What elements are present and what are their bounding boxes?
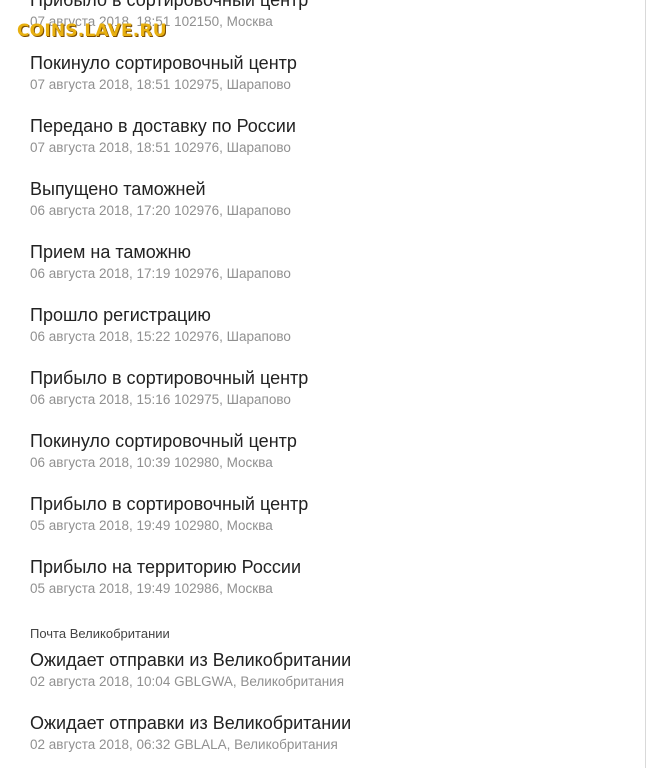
tracking-history-panel: Прибыло в сортировочный центр 07 августа… — [0, 0, 646, 768]
tracking-event: Прибыло на территорию России 05 августа … — [0, 556, 645, 619]
event-date-location: 07 августа 2018, 18:51 102975, Шарапово — [30, 77, 291, 92]
event-status: Прибыло в сортировочный центр — [30, 0, 309, 10]
tracking-event: Прибыло в сортировочный центр 06 августа… — [0, 367, 645, 430]
tracking-timeline: Прибыло в сортировочный центр 07 августа… — [0, 0, 645, 768]
event-status: Прибыло в сортировочный центр — [30, 494, 309, 514]
event-date-location: 06 августа 2018, 15:16 102975, Шарапово — [30, 392, 291, 407]
tracking-event: Покинуло сортировочный центр 07 августа … — [0, 52, 645, 115]
event-status: Прибыло на территорию России — [30, 557, 302, 577]
event-date-location: 05 августа 2018, 19:49 102986, Москва — [30, 581, 273, 596]
event-status: Прибыло в сортировочный центр — [30, 368, 309, 388]
event-date-location: 06 августа 2018, 10:39 102980, Москва — [30, 455, 273, 470]
event-status: Передано в доставку по России — [30, 116, 296, 136]
event-status: Покинуло сортировочный центр — [30, 53, 297, 73]
site-watermark: COINS.LAVE.RU — [17, 21, 167, 41]
event-status: Ожидает отправки из Великобритании — [30, 650, 352, 670]
event-status: Прием на таможню — [30, 242, 192, 262]
carrier-section-label: Почта Великобритании — [30, 626, 170, 641]
event-status: Покинуло сортировочный центр — [30, 431, 297, 451]
tracking-event: Прибыло в сортировочный центр 05 августа… — [0, 493, 645, 556]
tracking-event: Передано в доставку по России 07 августа… — [0, 115, 645, 178]
tracking-event: Ожидает отправки из Великобритании 02 ав… — [0, 649, 645, 712]
event-status: Ожидает отправки из Великобритании — [30, 713, 352, 733]
event-date-location: 06 августа 2018, 17:20 102976, Шарапово — [30, 203, 291, 218]
tracking-event: Ожидает отправки из Великобритании 02 ав… — [0, 712, 645, 768]
event-date-location: 06 августа 2018, 17:19 102976, Шарапово — [30, 266, 291, 281]
tracking-event: Покинуло сортировочный центр 06 августа … — [0, 430, 645, 493]
event-date-location: 05 августа 2018, 19:49 102980, Москва — [30, 518, 273, 533]
event-status: Прошло регистрацию — [30, 305, 211, 325]
event-date-location: 06 августа 2018, 15:22 102976, Шарапово — [30, 329, 291, 344]
event-date-location: 02 августа 2018, 10:04 GBLGWA, Великобри… — [30, 674, 345, 689]
event-date-location: 02 августа 2018, 06:32 GBLALA, Великобри… — [30, 737, 338, 752]
tracking-event: Прием на таможню 06 августа 2018, 17:19 … — [0, 241, 645, 304]
event-status: Выпущено таможней — [30, 179, 206, 199]
tracking-event: Выпущено таможней 06 августа 2018, 17:20… — [0, 178, 645, 241]
tracking-event: Прошло регистрацию 06 августа 2018, 15:2… — [0, 304, 645, 367]
event-date-location: 07 августа 2018, 18:51 102976, Шарапово — [30, 140, 291, 155]
